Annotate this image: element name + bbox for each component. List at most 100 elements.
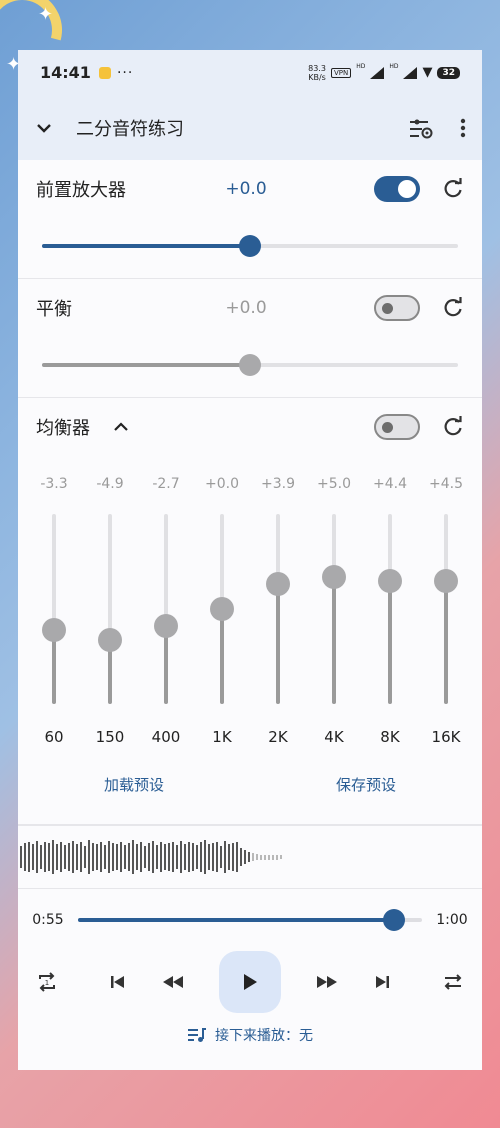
waveform-bar <box>64 845 66 869</box>
skip-previous-icon[interactable] <box>109 973 127 991</box>
waveform-bar <box>104 845 106 869</box>
balance-reset-icon[interactable] <box>442 297 464 319</box>
eq-gain-label: +5.0 <box>317 476 351 492</box>
waveform-bar <box>72 841 74 873</box>
eq-band-slider[interactable] <box>42 510 66 710</box>
elapsed-time: 0:55 <box>32 912 64 928</box>
waveform-bar <box>232 843 234 871</box>
svg-text:1: 1 <box>45 979 49 987</box>
eq-band-slider[interactable] <box>322 510 346 710</box>
save-preset-button[interactable]: 保存预设 <box>336 774 396 824</box>
equalizer-toggle[interactable] <box>374 414 420 440</box>
balance-section: 平衡 +0.0 <box>18 279 482 398</box>
waveform-bar <box>84 846 86 868</box>
eq-band-thumb[interactable] <box>322 565 346 590</box>
waveform-bar <box>212 843 214 871</box>
waveform-bar <box>132 840 134 874</box>
repeat-icon[interactable]: 1 <box>36 971 58 993</box>
equalizer-label: 均衡器 <box>36 418 90 439</box>
eq-band-thumb[interactable] <box>378 569 402 594</box>
signal-icon <box>403 66 418 79</box>
eq-band-slider[interactable] <box>154 510 178 710</box>
eq-band-slider[interactable] <box>98 510 122 710</box>
waveform-bar <box>140 842 142 872</box>
load-preset-button[interactable]: 加载预设 <box>104 774 164 824</box>
eq-band-thumb[interactable] <box>210 597 234 621</box>
shuffle-icon[interactable] <box>442 971 464 993</box>
waveform-bar <box>36 841 38 873</box>
waveform-bar <box>148 843 150 871</box>
eq-gain-label: -3.3 <box>40 476 68 492</box>
waveform-bar <box>108 841 110 873</box>
eq-frequency-label: 150 <box>95 728 125 746</box>
eq-gain-label: +4.4 <box>373 476 407 492</box>
eq-frequency-label: 1K <box>212 728 232 746</box>
up-next-label: 接下来播放：无 <box>215 1028 313 1044</box>
eq-frequency-label: 4K <box>324 728 344 746</box>
balance-label: 平衡 <box>36 299 72 320</box>
eq-frequency-label: 400 <box>151 728 181 746</box>
waveform <box>18 825 482 889</box>
progress-slider-thumb[interactable] <box>383 909 406 931</box>
eq-gain-values: -3.3 -4.9 -2.7 +0.0 +3.9 +5.0 +4.4 +4.5 <box>18 476 482 492</box>
skip-next-icon[interactable] <box>373 973 391 991</box>
network-speed: 83.3 KB/s <box>308 63 326 82</box>
waveform-bar <box>228 844 230 870</box>
eq-gain-label: +3.9 <box>261 476 295 492</box>
waveform-bar <box>136 844 138 870</box>
toolbar: 二分音符练习 <box>18 95 482 160</box>
balance-slider-thumb[interactable] <box>239 354 261 376</box>
waveform-bar <box>280 855 282 859</box>
background-star: ✦ <box>38 4 54 25</box>
eq-band-slider[interactable] <box>378 510 402 710</box>
wifi-icon: ▼ <box>422 65 433 80</box>
preamp-slider-thumb[interactable] <box>239 235 261 257</box>
chevron-down-icon[interactable] <box>34 118 54 138</box>
balance-toggle[interactable] <box>374 295 420 321</box>
waveform-bar <box>68 843 70 871</box>
preamp-toggle[interactable] <box>374 176 420 202</box>
eq-band-thumb[interactable] <box>266 572 290 597</box>
waveform-bar <box>52 840 54 874</box>
more-notifications-icon: ··· <box>116 64 134 81</box>
more-vertical-icon[interactable] <box>460 118 466 138</box>
equalizer-settings-icon[interactable] <box>408 117 434 139</box>
preamp-value: +0.0 <box>225 179 267 199</box>
progress-slider[interactable] <box>78 909 422 931</box>
battery-icon: 32 <box>437 66 460 79</box>
waveform-bar <box>20 846 22 868</box>
balance-slider[interactable] <box>42 337 458 397</box>
eq-band-thumb[interactable] <box>434 568 458 593</box>
waveform-bar <box>260 854 262 860</box>
waveform-bar <box>92 843 94 871</box>
chevron-up-icon[interactable] <box>112 418 130 436</box>
waveform-bar <box>248 852 250 862</box>
rewind-icon[interactable] <box>161 973 185 991</box>
waveform-bar <box>48 843 50 871</box>
eq-band-thumb[interactable] <box>42 617 66 642</box>
eq-band-slider[interactable] <box>266 510 290 710</box>
balance-value: +0.0 <box>225 298 267 318</box>
play-button[interactable] <box>219 951 281 1013</box>
preamp-reset-icon[interactable] <box>442 178 464 200</box>
waveform-bar <box>144 846 146 868</box>
equalizer-reset-icon[interactable] <box>442 416 464 438</box>
eq-frequency-labels: 60 150 400 1K 2K 4K 8K 16K <box>18 728 482 746</box>
preamp-slider[interactable] <box>42 218 458 278</box>
waveform-bar <box>268 854 270 860</box>
waveform-bar <box>252 853 254 861</box>
eq-gain-label: -2.7 <box>152 476 180 492</box>
eq-band-thumb[interactable] <box>98 628 122 653</box>
eq-gain-label: +4.5 <box>429 476 463 492</box>
eq-gain-label: -4.9 <box>96 476 124 492</box>
eq-band-slider[interactable] <box>210 510 234 710</box>
waveform-bar <box>236 842 238 872</box>
waveform-bar <box>76 844 78 870</box>
play-icon <box>244 974 257 990</box>
waveform-bar <box>96 844 98 870</box>
eq-band-thumb[interactable] <box>154 614 178 639</box>
fast-forward-icon[interactable] <box>315 973 339 991</box>
up-next[interactable]: 接下来播放：无 <box>18 1025 482 1045</box>
waveform-bar <box>204 840 206 874</box>
eq-band-slider[interactable] <box>434 510 458 710</box>
